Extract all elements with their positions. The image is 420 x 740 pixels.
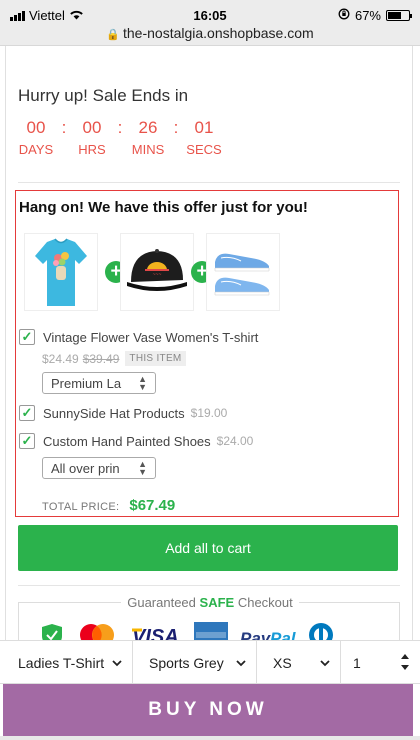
svg-text:~~~: ~~~ xyxy=(153,272,162,278)
countdown-separator: : xyxy=(117,118,123,137)
bundle-item-1-price: $24.49 $39.49 THIS ITEM xyxy=(42,351,186,366)
secure-checkout-label: Guaranteed SAFE Checkout xyxy=(0,595,420,610)
shield-icon xyxy=(40,622,64,642)
visa-logo: VISA xyxy=(130,622,182,642)
offer-title: Hang on! We have this offer just for you… xyxy=(19,199,308,216)
product-price: $24.49 xyxy=(42,351,79,366)
size-value: XS xyxy=(273,655,292,671)
style-value: Ladies T-Shirt xyxy=(18,655,105,671)
countdown-hours: 00 HRS xyxy=(70,118,114,157)
variant-select[interactable]: All over prin ▲ ▼ xyxy=(42,457,156,479)
total-price: TOTAL PRICE: $67.49 xyxy=(42,497,175,514)
updown-icon: ▲ ▼ xyxy=(138,459,147,477)
orientation-lock-icon xyxy=(338,8,350,23)
buy-now-button[interactable]: BUY NOW xyxy=(3,684,413,736)
divider xyxy=(18,182,400,183)
status-bar: Viettel 16:05 67% 🔒 the-nostalgia.onshopb… xyxy=(0,0,420,46)
color-select[interactable]: Sports Grey xyxy=(133,641,257,685)
bundle-offer-box: Hang on! We have this offer just for you… xyxy=(15,190,399,517)
hat-image[interactable]: ~~~ xyxy=(120,233,194,311)
compare-price: $39.49 xyxy=(82,351,120,366)
product-name[interactable]: Vintage Flower Vase Women's T-shirt xyxy=(43,330,258,345)
bottom-edge xyxy=(0,736,420,740)
stepper-arrows-icon[interactable] xyxy=(400,652,410,675)
chevron-down-icon xyxy=(236,656,246,670)
hours-value: 00 xyxy=(82,118,102,137)
minutes-label: MINS xyxy=(131,142,165,157)
countdown-separator: : xyxy=(61,118,67,137)
product-name[interactable]: SunnySide Hat Products xyxy=(43,406,185,421)
sale-heading: Hurry up! Sale Ends in xyxy=(18,86,189,105)
url-text: the-nostalgia.onshopbase.com xyxy=(123,25,314,41)
product-price: $24.00 xyxy=(216,434,254,448)
seconds-value: 01 xyxy=(194,118,214,137)
checkbox-checked[interactable]: ✓ xyxy=(19,405,35,421)
chevron-down-icon xyxy=(320,656,330,670)
safe-prefix: Guaranteed xyxy=(127,595,196,610)
amex-logo xyxy=(194,622,228,642)
sticky-add-to-cart-bar: Ladies T-Shirt Sports Grey XS 1 xyxy=(0,640,420,685)
status-right: 67% xyxy=(338,8,412,23)
countdown-seconds: 01 SECS xyxy=(182,118,226,157)
tshirt-image[interactable] xyxy=(24,233,98,311)
total-label: TOTAL PRICE: xyxy=(42,501,120,513)
add-all-to-cart-button[interactable]: Add all to cart xyxy=(18,525,398,571)
chevron-down-icon xyxy=(112,656,122,670)
style-select[interactable]: Ladies T-Shirt xyxy=(0,641,133,685)
quantity-value: 1 xyxy=(353,655,361,671)
updown-icon: ▲ ▼ xyxy=(138,374,147,392)
variant-select[interactable]: Premium La ▲ ▼ xyxy=(42,372,156,394)
product-name[interactable]: Custom Hand Painted Shoes xyxy=(43,434,211,449)
battery-icon xyxy=(386,10,412,21)
payment-logos: VISA Pay Pal xyxy=(40,622,334,642)
safe-highlight: SAFE xyxy=(199,595,235,610)
seconds-label: SECS xyxy=(186,142,222,157)
countdown-separator: : xyxy=(173,118,179,137)
lock-icon: 🔒 xyxy=(106,29,120,41)
bundle-item-1: ✓ Vintage Flower Vase Women's T-shirt xyxy=(19,329,258,345)
address-bar[interactable]: 🔒 the-nostalgia.onshopbase.com xyxy=(0,25,420,41)
safe-suffix: Checkout xyxy=(237,595,293,610)
minutes-value: 26 xyxy=(138,118,158,137)
battery-percent: 67% xyxy=(354,8,381,23)
checkbox-checked[interactable]: ✓ xyxy=(19,433,35,449)
size-select[interactable]: XS xyxy=(257,641,341,685)
quantity-stepper[interactable]: 1 xyxy=(341,641,420,685)
countdown-days: 00 DAYS xyxy=(14,118,58,157)
variant-value: All over prin xyxy=(51,460,120,476)
total-value: $67.49 xyxy=(129,497,176,514)
bundle-item-2: ✓ SunnySide Hat Products $19.00 xyxy=(19,405,227,421)
mastercard-logo xyxy=(76,622,118,642)
color-value: Sports Grey xyxy=(149,655,224,671)
days-label: DAYS xyxy=(18,142,54,157)
shoes-image[interactable] xyxy=(206,233,280,311)
checkbox-checked[interactable]: ✓ xyxy=(19,329,35,345)
variant-value: Premium La xyxy=(51,375,122,391)
product-price: $19.00 xyxy=(190,406,228,420)
bundle-item-3: ✓ Custom Hand Painted Shoes $24.00 xyxy=(19,433,253,449)
paypal-logo: Pay Pal xyxy=(240,622,296,642)
this-item-badge: THIS ITEM xyxy=(125,351,186,366)
diners-logo xyxy=(308,622,334,642)
hours-label: HRS xyxy=(78,142,106,157)
countdown-timer: 00 DAYS : 00 HRS : 26 MINS : 01 SECS xyxy=(14,118,226,157)
divider xyxy=(18,585,400,586)
countdown-minutes: 26 MINS xyxy=(126,118,170,157)
days-value: 00 xyxy=(26,118,46,137)
